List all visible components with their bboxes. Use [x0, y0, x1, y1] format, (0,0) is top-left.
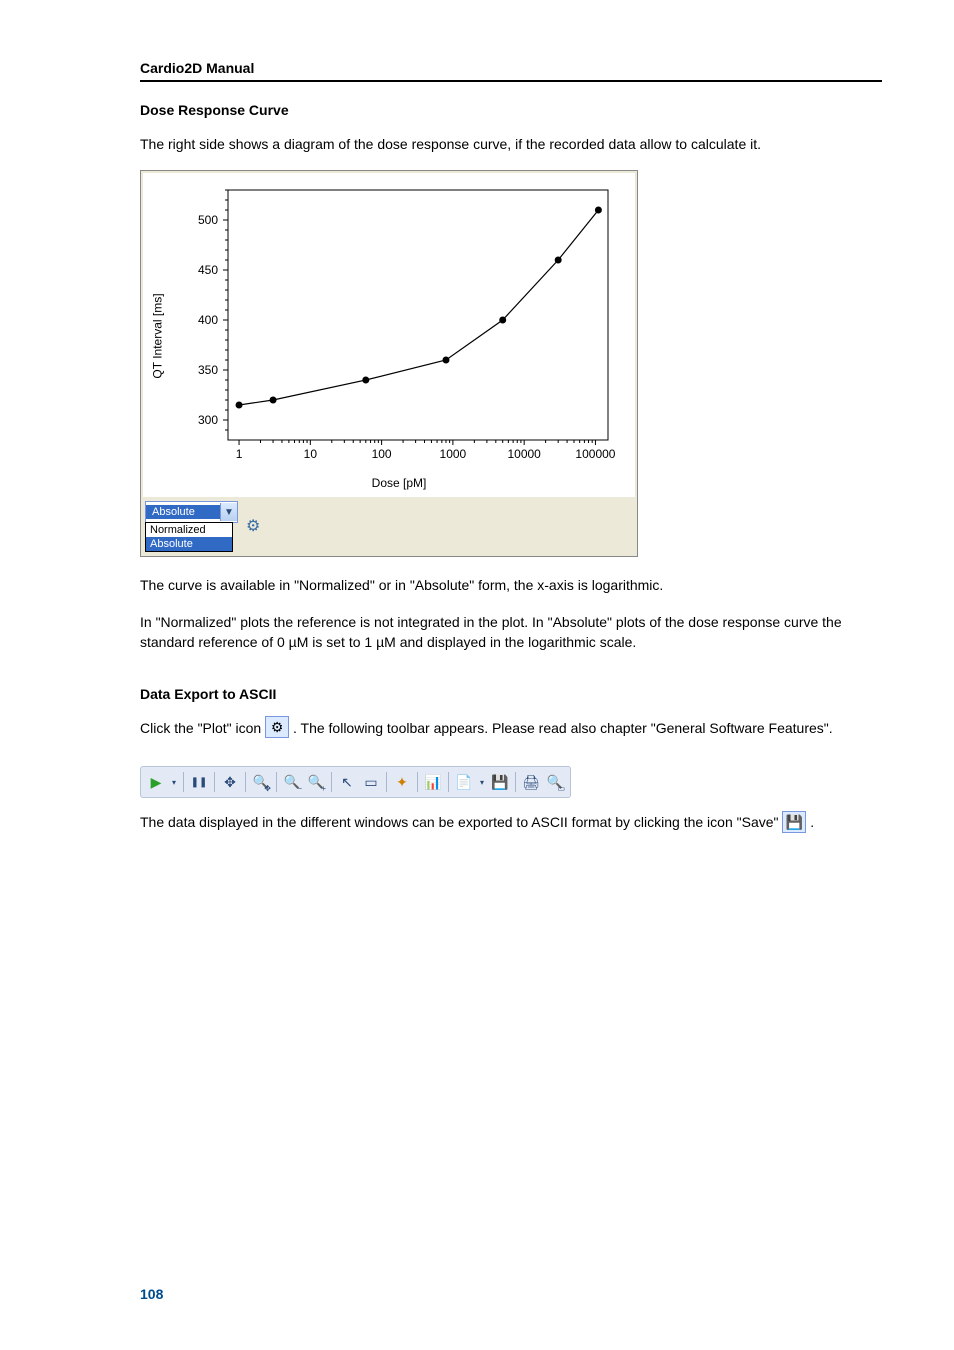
- copy-icon[interactable]: 📄: [453, 771, 475, 793]
- chart-ylabel: QT Interval [ms]: [151, 294, 165, 379]
- chart-mode-selected: Absolute: [146, 505, 220, 519]
- para-export-save-a: The data displayed in the different wind…: [140, 814, 782, 830]
- chart-plot-area: 300 350 400 450 500 1 10 100 1000 10000 100000: [168, 180, 618, 470]
- svg-text:450: 450: [198, 263, 218, 277]
- export-toolbar: ▶▾❚❚✥🔍✥🔍−🔍+↖▭✦📊📄▾💾🖨🔍▭: [140, 766, 571, 798]
- pointer-icon[interactable]: ↖: [336, 771, 358, 793]
- toolbar-separator: [331, 772, 332, 792]
- svg-text:100: 100: [372, 447, 392, 461]
- option-normalized[interactable]: Normalized: [146, 523, 232, 537]
- plot-icon: ⚙: [265, 716, 289, 738]
- dropdown-icon[interactable]: ▾: [169, 771, 179, 793]
- zoom-out-icon[interactable]: 🔍−: [281, 771, 303, 793]
- toolbar-separator: [448, 772, 449, 792]
- toolbar-separator: [276, 772, 277, 792]
- para-click-plot-a: Click the "Plot" icon: [140, 720, 265, 736]
- save-icon: 💾: [782, 811, 806, 833]
- svg-text:350: 350: [198, 363, 218, 377]
- dose-response-chart: QT Interval [ms] 300 350 400 450 500 1 10 100 10…: [140, 170, 638, 557]
- toolbar-separator: [214, 772, 215, 792]
- section-heading-dose-response: Dose Response Curve: [140, 102, 882, 118]
- svg-text:400: 400: [198, 313, 218, 327]
- toolbar-separator: [515, 772, 516, 792]
- option-absolute[interactable]: Absolute: [146, 537, 232, 551]
- svg-text:1: 1: [236, 447, 243, 461]
- play-icon[interactable]: ▶: [145, 771, 167, 793]
- chart-mode-options[interactable]: Normalized Absolute: [145, 522, 233, 552]
- section-heading-data-export: Data Export to ASCII: [140, 686, 882, 702]
- svg-text:1000: 1000: [440, 447, 467, 461]
- para-click-plot: Click the "Plot" icon ⚙ . The following …: [140, 718, 882, 740]
- save-icon[interactable]: 💾: [489, 771, 511, 793]
- para-click-plot-b: . The following toolbar appears. Please …: [293, 720, 833, 736]
- svg-text:500: 500: [198, 213, 218, 227]
- chevron-down-icon[interactable]: ▼: [220, 503, 237, 521]
- para-normalized-absolute: The curve is available in "Normalized" o…: [140, 575, 882, 595]
- toolbar-separator: [245, 772, 246, 792]
- svg-text:300: 300: [198, 413, 218, 427]
- plot-settings-icon[interactable]: ⚙: [246, 519, 260, 535]
- copy-dropdown-icon[interactable]: ▾: [477, 771, 487, 793]
- center-icon[interactable]: ✦: [391, 771, 413, 793]
- para-export-save-b: .: [810, 814, 814, 830]
- print-icon[interactable]: 🖨: [520, 771, 542, 793]
- toolbar-separator: [417, 772, 418, 792]
- select-rect-icon[interactable]: ▭: [360, 771, 382, 793]
- zoom-fit-icon[interactable]: 🔍✥: [250, 771, 272, 793]
- toolbar-separator: [183, 772, 184, 792]
- preview-icon[interactable]: 🔍▭: [544, 771, 566, 793]
- chart-xlabel: Dose [pM]: [168, 470, 630, 492]
- move-icon[interactable]: ✥: [219, 771, 241, 793]
- svg-text:100000: 100000: [575, 447, 615, 461]
- para-export-save: The data displayed in the different wind…: [140, 812, 882, 834]
- chart-icon[interactable]: 📊: [422, 771, 444, 793]
- zoom-in-icon[interactable]: 🔍+: [305, 771, 327, 793]
- para-reference-scale: In "Normalized" plots the reference is n…: [140, 612, 882, 653]
- chart-mode-dropdown[interactable]: Absolute ▼: [145, 501, 238, 523]
- toolbar-separator: [386, 772, 387, 792]
- intro-paragraph: The right side shows a diagram of the do…: [140, 134, 882, 154]
- svg-text:10000: 10000: [507, 447, 541, 461]
- svg-text:10: 10: [304, 447, 318, 461]
- page-header: Cardio2D Manual: [140, 60, 882, 82]
- page-number: 108: [140, 1286, 163, 1302]
- pause-icon[interactable]: ❚❚: [188, 771, 210, 793]
